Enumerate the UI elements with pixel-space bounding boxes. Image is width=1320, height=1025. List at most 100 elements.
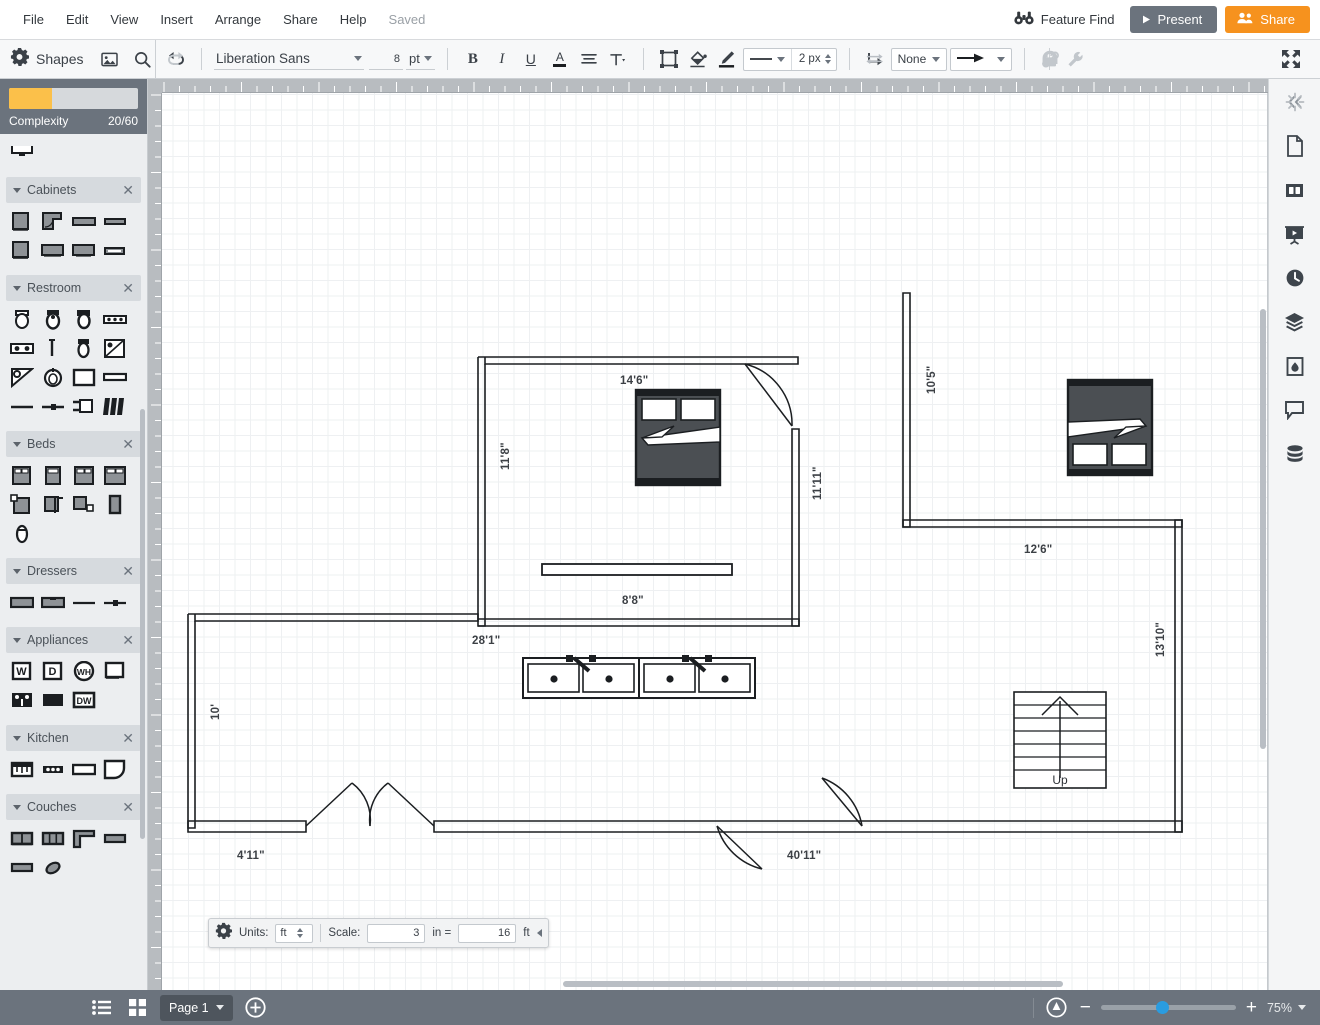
shape-kitchen-sink[interactable] <box>8 757 35 782</box>
close-icon[interactable]: ✕ <box>122 281 134 295</box>
shape-bed-narrow[interactable] <box>101 492 128 517</box>
shape-couch-three-seat[interactable] <box>39 826 66 851</box>
shape-ottoman[interactable] <box>39 855 66 880</box>
shape-cabinet-corner[interactable] <box>39 209 66 234</box>
units-select[interactable]: ft <box>275 923 314 943</box>
shape-dresser-drawers[interactable] <box>39 590 66 615</box>
shape-section-header-restroom[interactable]: Restroom ✕ <box>6 275 141 301</box>
shape-cabinet-wall-narrow[interactable] <box>101 209 128 234</box>
shape-double-sink[interactable] <box>8 336 35 361</box>
shape-washer[interactable]: W <box>8 659 35 684</box>
font-family-select[interactable]: Liberation Sans <box>214 48 364 70</box>
gear-icon[interactable] <box>215 922 232 944</box>
page-tab[interactable]: Page 1 <box>160 994 233 1021</box>
shape-shelf-line-dot[interactable] <box>101 590 128 615</box>
shape-toilet-2[interactable] <box>39 307 66 332</box>
italic-button[interactable]: I <box>489 46 515 72</box>
zoom-slider[interactable] <box>1100 1001 1236 1014</box>
shape-towel-bar[interactable] <box>39 336 66 361</box>
horizontal-ruler[interactable] <box>148 79 1281 93</box>
shape-tub-rect[interactable] <box>70 365 97 390</box>
floor-plan-canvas[interactable]: Up 14'6" 11'8" 11'11" 8'8" 10'5" 12'6" 13'10" 2… <box>162 93 1268 990</box>
lock-icon[interactable] <box>1037 46 1063 72</box>
line-start-select[interactable]: None <box>890 47 948 71</box>
shape-water-heater[interactable]: WH <box>70 659 97 684</box>
close-icon[interactable]: ✕ <box>122 633 134 647</box>
shape-kitchen-corner-counter[interactable] <box>101 757 128 782</box>
shape-couch-two-seat[interactable] <box>8 826 35 851</box>
shape-stove[interactable] <box>8 688 35 713</box>
theme-droplet-icon[interactable] <box>1278 349 1312 383</box>
menu-arrange[interactable]: Arrange <box>204 8 272 31</box>
line-end-select[interactable] <box>950 47 1013 71</box>
image-icon[interactable] <box>96 46 122 72</box>
shape-bed-with-nightstand[interactable] <box>70 492 97 517</box>
shape-bed-twin[interactable] <box>8 463 35 488</box>
shape-section-header-dressers[interactable]: Dressers ✕ <box>6 558 141 584</box>
shape-bathtub-corner[interactable] <box>8 365 35 390</box>
shape-fridge[interactable] <box>101 659 128 684</box>
add-page-icon[interactable] <box>243 995 269 1021</box>
scale-inches-input[interactable]: 3 <box>367 923 426 943</box>
present-button[interactable]: Present <box>1130 6 1218 33</box>
shape-wall-line[interactable] <box>8 394 35 419</box>
stroke-width-value[interactable]: 2 px <box>792 53 825 65</box>
menu-file[interactable]: File <box>12 8 55 31</box>
layers-icon[interactable] <box>1278 305 1312 339</box>
zoom-slider-handle[interactable] <box>1155 1001 1169 1014</box>
font-unit-select[interactable]: pt <box>406 48 435 70</box>
shape-cabinet-base[interactable] <box>8 209 35 234</box>
shape-bed-queen[interactable] <box>101 463 128 488</box>
shape-toilet-1[interactable] <box>8 307 35 332</box>
shape-dryer[interactable]: D <box>39 659 66 684</box>
shape-kitchen-cooktop[interactable] <box>39 757 66 782</box>
outline-icon[interactable] <box>1278 173 1312 207</box>
shape-section-header-appliances[interactable]: Appliances ✕ <box>6 627 141 653</box>
shape-section-header-kitchen[interactable]: Kitchen ✕ <box>6 725 141 751</box>
shape-microwave[interactable] <box>39 688 66 713</box>
shape-bed-with-desk[interactable] <box>39 492 66 517</box>
shape-bidet-plumb[interactable] <box>70 394 97 419</box>
shape-section-header-beds[interactable]: Beds ✕ <box>6 431 141 457</box>
menu-help[interactable]: Help <box>329 8 378 31</box>
shape-sectional[interactable] <box>70 826 97 851</box>
zoom-out-button[interactable]: − <box>1080 998 1091 1017</box>
shape-dresser-wide[interactable] <box>8 590 35 615</box>
shape-dishwasher[interactable]: DW <box>70 688 97 713</box>
shape-bean-bag[interactable] <box>8 521 35 546</box>
shape-sink-round[interactable] <box>39 365 66 390</box>
scale-feet-input[interactable]: 16 <box>458 923 517 943</box>
shape-loveseat[interactable] <box>101 826 128 851</box>
shape-bed-with-table[interactable] <box>8 492 35 517</box>
history-clock-icon[interactable] <box>1278 261 1312 295</box>
stroke-style-select[interactable] <box>744 48 792 70</box>
wrench-icon[interactable] <box>1062 46 1088 72</box>
document-icon[interactable] <box>1278 129 1312 163</box>
vertical-ruler[interactable] <box>148 79 162 990</box>
menu-share[interactable]: Share <box>272 8 329 31</box>
font-size-input[interactable]: 8 <box>369 49 403 70</box>
database-icon[interactable] <box>1278 437 1312 471</box>
line-color-icon[interactable] <box>714 46 740 72</box>
shape-toilet-3[interactable] <box>70 307 97 332</box>
zoom-in-button[interactable]: + <box>1246 998 1257 1017</box>
shape-tub-small[interactable] <box>101 365 128 390</box>
menu-insert[interactable]: Insert <box>149 8 204 31</box>
shape-cabinet-wall-wide[interactable] <box>70 209 97 234</box>
stroke-width-stepper[interactable] <box>824 54 836 64</box>
share-button[interactable]: Share <box>1225 6 1310 33</box>
shape-urinal-trough[interactable] <box>101 307 128 332</box>
close-icon[interactable]: ✕ <box>122 437 134 451</box>
grid-view-icon[interactable] <box>124 995 150 1021</box>
shape-cabinet-counter-1[interactable] <box>39 238 66 263</box>
menu-view[interactable]: View <box>99 8 149 31</box>
zoom-level-select[interactable]: 75% <box>1267 1001 1306 1015</box>
close-icon[interactable]: ✕ <box>122 183 134 197</box>
fullscreen-icon[interactable] <box>1278 46 1304 72</box>
close-icon[interactable]: ✕ <box>122 800 134 814</box>
text-color-button[interactable]: A <box>547 46 573 72</box>
shape-bed-full[interactable] <box>70 463 97 488</box>
shape-bench[interactable] <box>8 855 35 880</box>
canvas-vertical-scrollbar[interactable] <box>1260 309 1266 749</box>
redo-icon[interactable] <box>163 46 189 72</box>
